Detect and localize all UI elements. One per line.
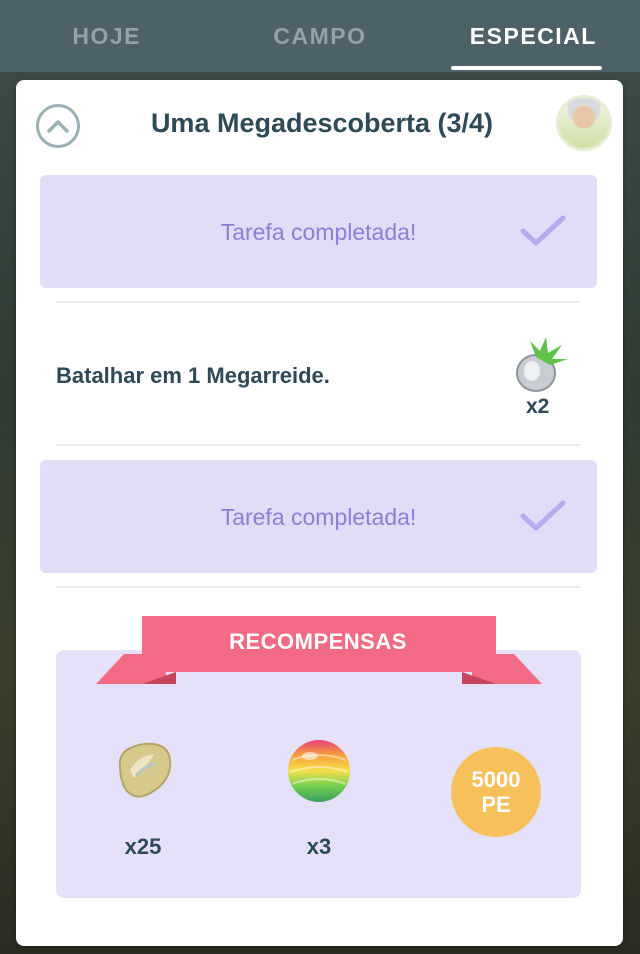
divider <box>56 444 580 446</box>
tab-today[interactable]: HOJE <box>0 0 213 72</box>
chevron-up-icon <box>47 120 69 133</box>
rare-candy-icon <box>118 742 172 798</box>
checkmark-icon <box>520 215 566 246</box>
mega-energy-orb-icon <box>288 740 350 802</box>
task-completed-label: Tarefa completada! <box>220 504 417 530</box>
reward-qty: x25 <box>124 834 162 859</box>
reward-qty: x3 <box>306 834 332 859</box>
professor-avatar[interactable] <box>556 95 612 151</box>
xp-amount: 5000 <box>471 767 521 792</box>
research-card: Uma Megadescoberta (3/4) Tarefa completa… <box>16 80 623 946</box>
divider <box>56 301 580 303</box>
divider <box>56 586 580 588</box>
tab-bar: HOJE CAMPO ESPECIAL <box>0 0 640 72</box>
task-item: Batalhar em 1 Megarreide. x2 <box>40 325 597 441</box>
tab-special[interactable]: ESPECIAL <box>427 0 640 72</box>
tab-field[interactable]: CAMPO <box>213 0 426 72</box>
collapse-button[interactable] <box>36 104 80 148</box>
task-completed: Tarefa completada! <box>40 460 597 573</box>
checkmark-icon <box>520 500 566 531</box>
task-completed-label: Tarefa completada! <box>220 219 417 245</box>
task-label: Batalhar em 1 Megarreide. <box>56 363 330 388</box>
reward-item: x3 <box>274 736 364 860</box>
xp-unit: PE <box>481 792 511 817</box>
task-completed: Tarefa completada! <box>40 175 597 288</box>
xp-badge: 5000 PE <box>451 747 541 837</box>
research-title: Uma Megadescoberta (3/4) <box>150 108 494 138</box>
reward-item: x25 <box>98 736 188 860</box>
research-header: Uma Megadescoberta (3/4) <box>16 80 623 170</box>
mega-energy-icon <box>516 337 568 392</box>
task-reward-count: x2 <box>526 395 550 418</box>
rewards-title: RECOMPENSAS <box>229 629 407 654</box>
